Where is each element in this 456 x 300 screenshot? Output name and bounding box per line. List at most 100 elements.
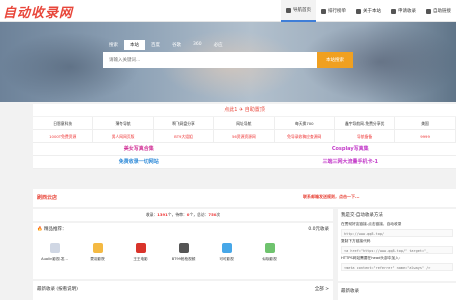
url-code[interactable]: http://www.qq8.top/ [341,229,453,237]
list-item[interactable]: 王王电影 [119,237,162,262]
list-item[interactable]: BT99枪枪视频 [162,237,205,262]
list-icon [321,8,326,14]
search-engine-tabs: 搜索 本站 百度 谷歌 360 必应 [103,40,229,50]
top-header: 自动收录网 导航首页 排行榜单 关于本站 申请收录 自助链接 [0,0,456,22]
recommend-price[interactable]: 0.0元收录 [308,226,329,232]
hero-banner: 搜索 本站 百度 谷歌 360 必应 本站搜索 [0,22,456,102]
stats-label: 收录： [145,212,158,217]
list-item[interactable]: Auolin影视-发... [33,237,76,262]
panel-title: 最新收录 [341,289,359,294]
app-icon [49,243,60,253]
item-label: BT99枪枪视频 [171,257,196,261]
nav-item-selflink[interactable]: 自助链接 [421,0,456,22]
stats-unit: 次 [216,212,221,217]
tab-360[interactable]: 360 [187,40,208,50]
grid-link[interactable]: 网址导航 [214,117,275,129]
panel-body: 在贯彻好友链接-点击链接，自动收录 http://www.qq8.top/ 复制… [341,222,453,273]
recommend-title: 🔥 精品推荐： [37,226,67,232]
tab-site[interactable]: 本站 [124,40,145,50]
item-label: 似咖影视 [262,257,277,261]
grid-link[interactable]: 1000T免费资源 [33,130,94,142]
search-button[interactable]: 本站搜索 [317,52,353,68]
grid-link[interactable]: 男人网网页版 [93,130,154,142]
grid-link[interactable]: BT9大姐姐 [154,130,215,142]
top-notice[interactable]: 点此1 ✈ 自助置顶 [33,104,456,116]
item-label: 蒙羽影院 [90,257,105,261]
fire-icon: 🔥 [37,227,43,232]
recommend-title-text: 精品推荐： [44,227,67,232]
grid-row: 1000T免费资源 男人网网页版 BT9大姐姐 56资源资源网 免导录收稿应查源… [33,130,456,143]
meta-code[interactable]: <meta content="referrer" name="always" /… [341,263,453,271]
grid-link[interactable]: 日恩意科技 [33,117,94,129]
highlight-row: 美女写真合集 Cosplay写真集 [33,143,456,156]
pinwheel-icon [92,243,103,253]
instruction-text: 复制下方链接代码 [341,239,371,243]
instruction-text: 在贯彻好友链接-点击链接，自动收录 [341,222,402,226]
pinwheel-icon [264,243,275,253]
pinwheel-icon [221,243,232,253]
stats-total: 1391 [157,212,168,217]
nav-item-ranking[interactable]: 排行榜单 [316,0,351,22]
list-item[interactable]: 蒙羽影院 [76,237,119,262]
stats-label: 个，待审： [167,212,187,217]
latest-side-panel: 最新收录 [338,283,456,300]
grid-link[interactable]: 免导录收稿应查源网 [275,130,335,142]
grid-link[interactable]: 薄冬导航 [93,117,154,129]
submit-method-panel: 我是交·自动收录方法 在贯彻好友链接-点击链接，自动收录 http://www.… [338,209,456,281]
panel-title: 我是交·自动收录方法 [341,213,383,218]
item-label: 可可影视 [219,257,234,261]
send-icon [391,8,396,14]
tab-search[interactable]: 搜索 [103,40,124,50]
list-item[interactable]: 可可影视 [205,237,248,262]
ad-banner[interactable]: 刷西云店 联系邮箱发送规则，点击一下... [33,189,456,207]
grid-link[interactable]: 56资源资源网 [214,130,275,142]
search-input[interactable] [103,52,317,68]
item-label: 王王电影 [133,257,148,261]
list-item[interactable]: 似咖影视 [248,237,291,262]
search-box: 本站搜索 [103,52,353,68]
grid-link[interactable]: 啊飞网盘分享 [154,117,215,129]
highlight-link[interactable]: Cosplay写真集 [244,143,456,155]
nav-label: 自助链接 [433,9,451,14]
grid-link[interactable]: 鑫宇导航网-免费分享优 [335,117,396,129]
highlight-link[interactable]: 免费收录一切网站 [33,156,245,168]
recommend-list: Auolin影视-发... 蒙羽影院 王王电影 BT99枪枪视频 可可影视 似咖… [33,237,333,262]
king-icon [135,243,146,253]
tab-bing[interactable]: 必应 [208,40,229,50]
ad-title: 刷西云店 [37,195,58,201]
link-code[interactable]: <a href="https://www.qq8.top/" target="_ [341,246,453,254]
user-icon [356,8,361,14]
highlight-row: 免费收录一切网站 三端三网大流量手机卡-1 [33,156,456,169]
latest-panel: 最新收录 (按看说明) 全部 > [33,281,333,300]
nav-item-home[interactable]: 导航首页 [281,0,316,22]
ad-text: 联系邮箱发送规则，点击一下... [303,194,360,199]
nav-item-apply[interactable]: 申请收录 [386,0,421,22]
link-icon [426,8,431,14]
recommend-panel: 🔥 精品推荐： 0.0元收录 Auolin影视-发... 蒙羽影院 王王电影 B… [33,223,333,279]
grid-link[interactable]: 导航备备 [335,130,396,142]
highlight-link[interactable]: 三端三网大流量手机卡-1 [244,156,456,168]
tab-baidu[interactable]: 百度 [145,40,166,50]
latest-more-link[interactable]: 全部 > [315,286,329,292]
grid-link[interactable]: 9999 [395,130,456,142]
grid-link[interactable]: 每天换700 [275,117,335,129]
link-grid: 日恩意科技 薄冬导航 啊飞网盘分享 网址导航 每天换700 鑫宇导航网-免费分享… [33,117,456,169]
site-stats: 收录：1391个，待审：0个，总访：750次 [33,209,333,221]
top-nav: 导航首页 排行榜单 关于本站 申请收录 自助链接 [281,0,456,22]
stats-label: 个，总访： [189,212,209,217]
nav-item-about[interactable]: 关于本站 [351,0,386,22]
instruction-text: HTTPS网站需要在head头部中加入： [341,256,403,260]
nav-label: 申请收录 [398,9,416,14]
film-icon [178,243,189,253]
home-icon [286,7,291,13]
latest-title: 最新收录 (按看说明) [37,287,78,292]
nav-label: 排行榜单 [328,9,346,14]
grid-link[interactable]: 美国 [395,117,456,129]
tab-google[interactable]: 谷歌 [166,40,187,50]
site-logo[interactable]: 自动收录网 [3,2,73,21]
grid-row: 日恩意科技 薄冬导航 啊飞网盘分享 网址导航 每天换700 鑫宇导航网-免费分享… [33,117,456,130]
highlight-link[interactable]: 美女写真合集 [33,143,245,155]
nav-label: 关于本站 [363,9,381,14]
nav-label: 导航首页 [293,8,311,13]
item-label: Auolin影视-发... [41,257,68,261]
